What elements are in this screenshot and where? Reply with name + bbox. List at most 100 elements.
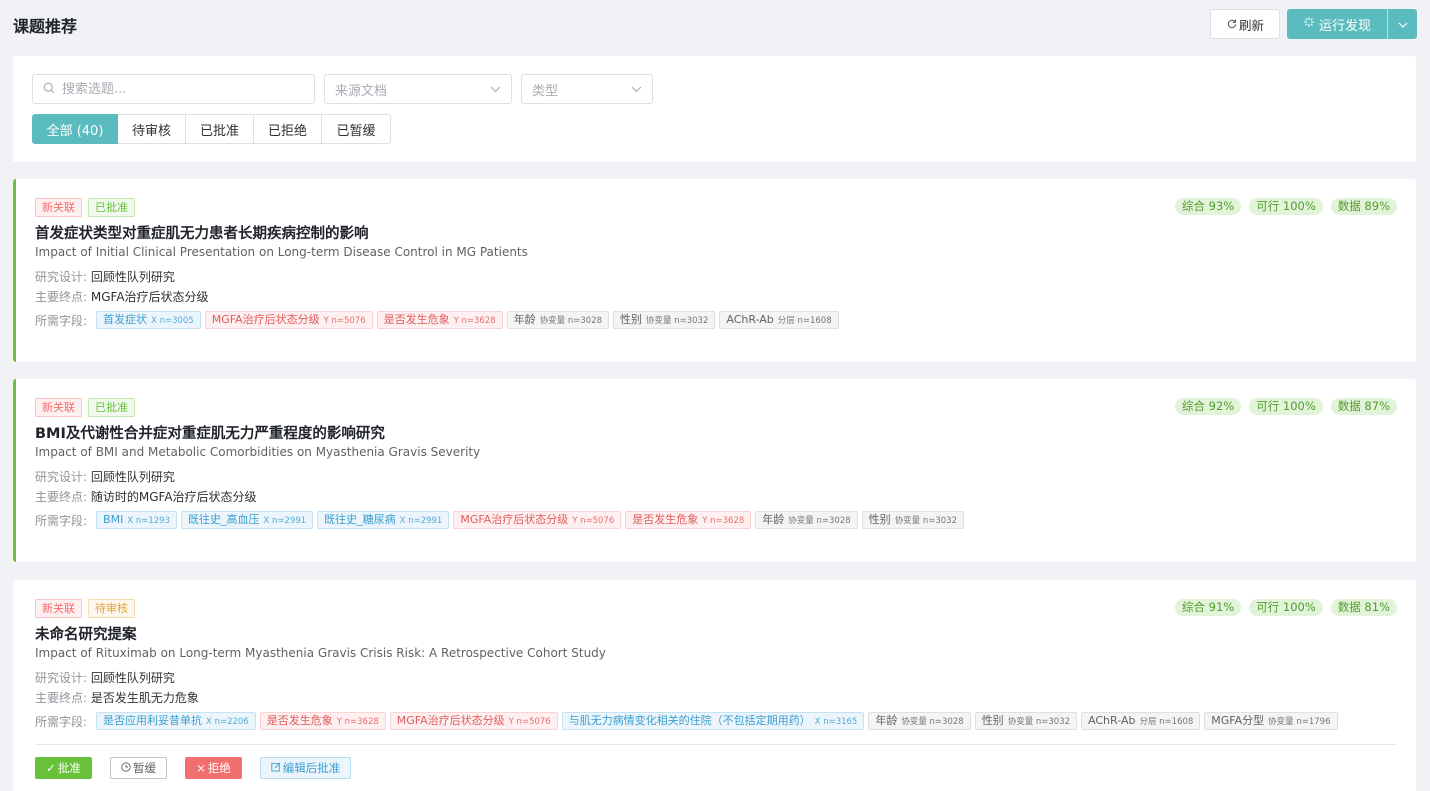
data-score-badge: 数据 81% <box>1330 599 1397 616</box>
field-chip: 是否发生危象 Y n=3628 <box>625 511 752 529</box>
study-design-row: 研究设计: 回顾性队列研究 <box>35 269 1397 286</box>
field-meta: Y n=3628 <box>336 717 379 727</box>
field-meta: 协变量 n=3028 <box>901 717 964 727</box>
run-options-dropdown[interactable] <box>1387 9 1417 39</box>
study-design-row: 研究设计: 回顾性队列研究 <box>35 670 1397 687</box>
field-chip: MGFA治疗后状态分级 Y n=5076 <box>204 311 373 329</box>
field-name: 首发症状 <box>103 313 148 326</box>
field-meta: X n=1293 <box>127 516 170 526</box>
field-name: 年龄 <box>513 313 536 326</box>
required-fields: 所需字段: 首发症状 X n=3005 MGFA治疗后状态分级 Y n=5076 是否发生… <box>35 311 1397 329</box>
reject-button[interactable]: × 拒绝 <box>185 757 242 779</box>
field-meta: Y n=5076 <box>572 516 615 526</box>
topic-subtitle: Impact of Initial Clinical Presentation … <box>35 245 528 259</box>
topic-card[interactable]: 新关联 已批准 综合 92% 可行 100% 数据 87% BMI及代谢性合并症… <box>13 379 1416 562</box>
required-fields-label: 所需字段: <box>35 513 88 528</box>
field-meta: X n=3165 <box>814 717 858 727</box>
field-meta: X n=3005 <box>151 316 194 326</box>
feasibility-score-badge: 可行 100% <box>1249 398 1323 415</box>
field-meta: Y n=5076 <box>323 316 366 326</box>
run-discovery-label: 运行发现 <box>1318 18 1371 34</box>
chevron-down-icon <box>490 82 501 97</box>
search-input[interactable] <box>62 81 302 97</box>
refresh-button[interactable]: 刷新 <box>1210 9 1280 39</box>
field-chip: 是否应用利妥昔单抗 X n=2206 <box>96 712 256 730</box>
endpoint-value: 随访时的MGFA治疗后状态分级 <box>90 490 257 504</box>
field-meta: 协变量 n=3028 <box>788 516 851 526</box>
field-chip: 首发症状 X n=3005 <box>96 311 201 329</box>
endpoint-value: 是否发生肌无力危象 <box>90 691 199 705</box>
overall-score-badge: 综合 91% <box>1175 599 1242 616</box>
field-name: 与肌无力病情变化相关的住院（不包括定期用药） <box>568 714 811 727</box>
new-association-tag: 新关联 <box>35 198 82 217</box>
status-badge: 已批准 <box>88 198 135 217</box>
status-badge: 已批准 <box>88 398 135 417</box>
field-name: MGFA治疗后状态分级 <box>396 714 505 727</box>
endpoint-label: 主要终点: <box>35 691 88 705</box>
tab-deferred[interactable]: 已暂缓 <box>322 114 391 144</box>
field-chip: AChR-Ab 分层 n=1608 <box>719 311 839 329</box>
field-chip: 性别 协变量 n=3032 <box>613 311 716 329</box>
topic-card[interactable]: 新关联 待审核 综合 91% 可行 100% 数据 81% 未命名研究提案 Im… <box>13 580 1416 791</box>
field-name: 性别 <box>620 313 643 326</box>
field-name: AChR-Ab <box>726 313 774 326</box>
edit-approve-button[interactable]: 编辑后批准 <box>260 757 351 779</box>
source-document-placeholder: 来源文档 <box>335 83 388 99</box>
type-select[interactable]: 类型 <box>521 74 653 104</box>
tab-pending[interactable]: 待审核 <box>118 114 186 144</box>
field-chip: 既往史_糖尿病 X n=2991 <box>317 511 450 529</box>
filter-panel: 来源文档 类型 全部 (40) 待审核 已批准 已拒绝 已暂缓 <box>13 56 1416 162</box>
field-name: 是否发生危象 <box>383 313 450 326</box>
required-fields-label: 所需字段: <box>35 714 88 729</box>
field-chip: 与肌无力病情变化相关的住院（不包括定期用药） X n=3165 <box>561 712 865 730</box>
field-name: 既往史_糖尿病 <box>324 513 396 526</box>
study-design-label: 研究设计: <box>35 671 88 685</box>
defer-label: 暂缓 <box>133 761 156 775</box>
field-chip: 性别 协变量 n=3032 <box>974 712 1078 730</box>
endpoint-value: MGFA治疗后状态分级 <box>90 290 209 304</box>
status-tabs: 全部 (40) 待审核 已批准 已拒绝 已暂缓 <box>32 114 391 144</box>
field-chip: 是否发生危象 Y n=3628 <box>259 712 386 730</box>
field-name: 年龄 <box>762 513 785 526</box>
sparkle-icon <box>1303 16 1315 32</box>
tab-all[interactable]: 全部 (40) <box>32 114 118 144</box>
score-badges: 综合 92% 可行 100% 数据 87% <box>1175 398 1397 415</box>
feasibility-score-badge: 可行 100% <box>1249 198 1323 215</box>
field-chip: MGFA治疗后状态分级 Y n=5076 <box>389 712 558 730</box>
tab-rejected[interactable]: 已拒绝 <box>254 114 322 144</box>
page-title: 课题推荐 <box>13 17 78 36</box>
approve-button[interactable]: ✓ 批准 <box>35 757 92 779</box>
check-icon: ✓ <box>46 761 56 775</box>
field-chip: 性别 协变量 n=3032 <box>861 511 964 529</box>
refresh-label: 刷新 <box>1238 17 1264 33</box>
field-meta: 协变量 n=3032 <box>894 516 957 526</box>
field-name: AChR-Ab <box>1088 714 1136 727</box>
field-chip: 是否发生危象 Y n=3628 <box>376 311 503 329</box>
field-meta: Y n=5076 <box>508 717 551 727</box>
field-name: BMI <box>103 513 124 526</box>
close-icon: × <box>196 761 206 775</box>
edit-approve-label: 编辑后批准 <box>282 761 341 775</box>
field-meta: 分层 n=1608 <box>777 316 832 326</box>
feasibility-score-badge: 可行 100% <box>1249 599 1323 616</box>
endpoint-label: 主要终点: <box>35 490 88 504</box>
refresh-icon <box>1226 17 1237 32</box>
reject-label: 拒绝 <box>207 761 231 775</box>
source-document-select[interactable]: 来源文档 <box>324 74 512 104</box>
field-meta: X n=2991 <box>399 516 443 526</box>
endpoint-label: 主要终点: <box>35 290 88 304</box>
defer-button[interactable]: 暂缓 <box>110 757 167 779</box>
field-meta: X n=2991 <box>263 516 307 526</box>
study-design-row: 研究设计: 回顾性队列研究 <box>35 469 1397 486</box>
card-divider <box>35 744 1397 745</box>
new-association-tag: 新关联 <box>35 398 82 417</box>
topic-title: 首发症状类型对重症肌无力患者长期疾病控制的影响 <box>35 226 369 242</box>
score-badges: 综合 91% 可行 100% 数据 81% <box>1175 599 1397 616</box>
tab-approved[interactable]: 已批准 <box>186 114 254 144</box>
topic-card[interactable]: 新关联 已批准 综合 93% 可行 100% 数据 89% 首发症状类型对重症肌… <box>13 179 1416 362</box>
field-chip: MGFA分型 协变量 n=1796 <box>1204 712 1338 730</box>
field-chip: AChR-Ab 分层 n=1608 <box>1081 712 1201 730</box>
run-discovery-button[interactable]: 运行发现 <box>1287 9 1387 39</box>
field-name: 年龄 <box>875 714 898 727</box>
field-meta: X n=2206 <box>206 717 249 727</box>
